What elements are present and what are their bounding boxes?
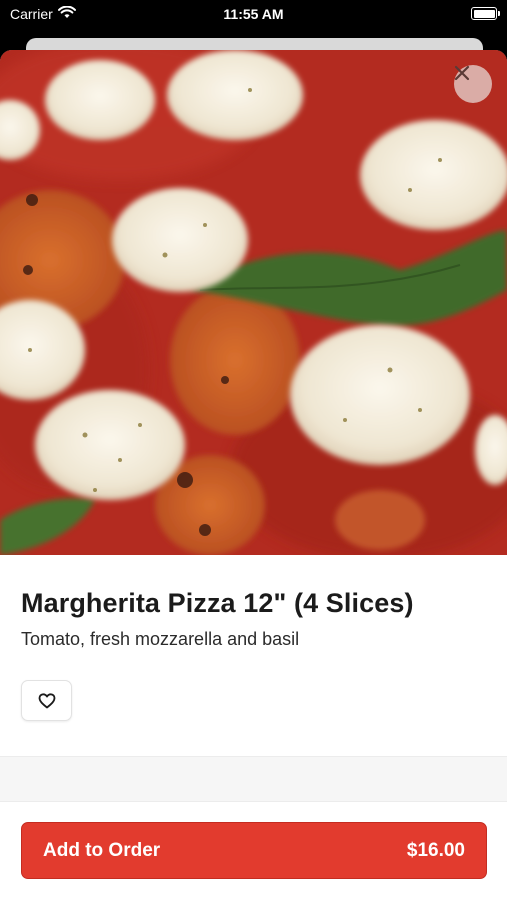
battery-icon	[471, 7, 500, 20]
pizza-photo	[0, 50, 507, 555]
item-title: Margherita Pizza 12" (4 Slices)	[21, 588, 414, 618]
status-time: 11:55 AM	[223, 6, 284, 22]
close-icon	[454, 65, 470, 81]
add-to-order-label: Add to Order	[43, 839, 161, 861]
price-label: $16.00	[406, 839, 465, 861]
status-bar: Carrier 11:55 AM	[0, 0, 507, 30]
screen: Carrier 11:55 AM Margherita Pizza 12" (4…	[0, 0, 507, 900]
pizza-illustration	[0, 50, 507, 555]
add-to-order-button[interactable]: Add to Order $16.00	[21, 822, 487, 879]
item-detail-sheet: Margherita Pizza 12" (4 Slices) Tomato, …	[0, 50, 507, 900]
item-description: Tomato, fresh mozzarella and basil	[21, 629, 300, 649]
item-info: Margherita Pizza 12" (4 Slices) Tomato, …	[0, 588, 507, 721]
section-divider	[0, 756, 507, 802]
heart-icon	[38, 692, 55, 708]
favorite-button[interactable]	[21, 680, 72, 721]
close-button[interactable]	[454, 65, 492, 103]
